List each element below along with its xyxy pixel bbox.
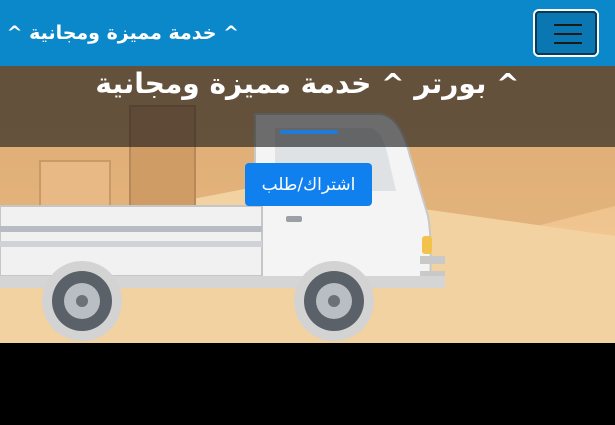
page-bottom-area — [0, 343, 615, 425]
title-accent-line — [280, 130, 338, 134]
hamburger-menu-button[interactable] — [533, 9, 599, 57]
navbar-brand[interactable]: ^ خدمة مميزة ومجانية ^ — [7, 19, 239, 47]
top-navbar: ^ خدمة مميزة ومجانية ^ — [0, 0, 615, 66]
subscribe-order-button[interactable]: اشتراك/طلب — [245, 163, 372, 206]
hero-title: ^ بورتر ^ خدمة مميزة ومجانية — [95, 67, 520, 100]
